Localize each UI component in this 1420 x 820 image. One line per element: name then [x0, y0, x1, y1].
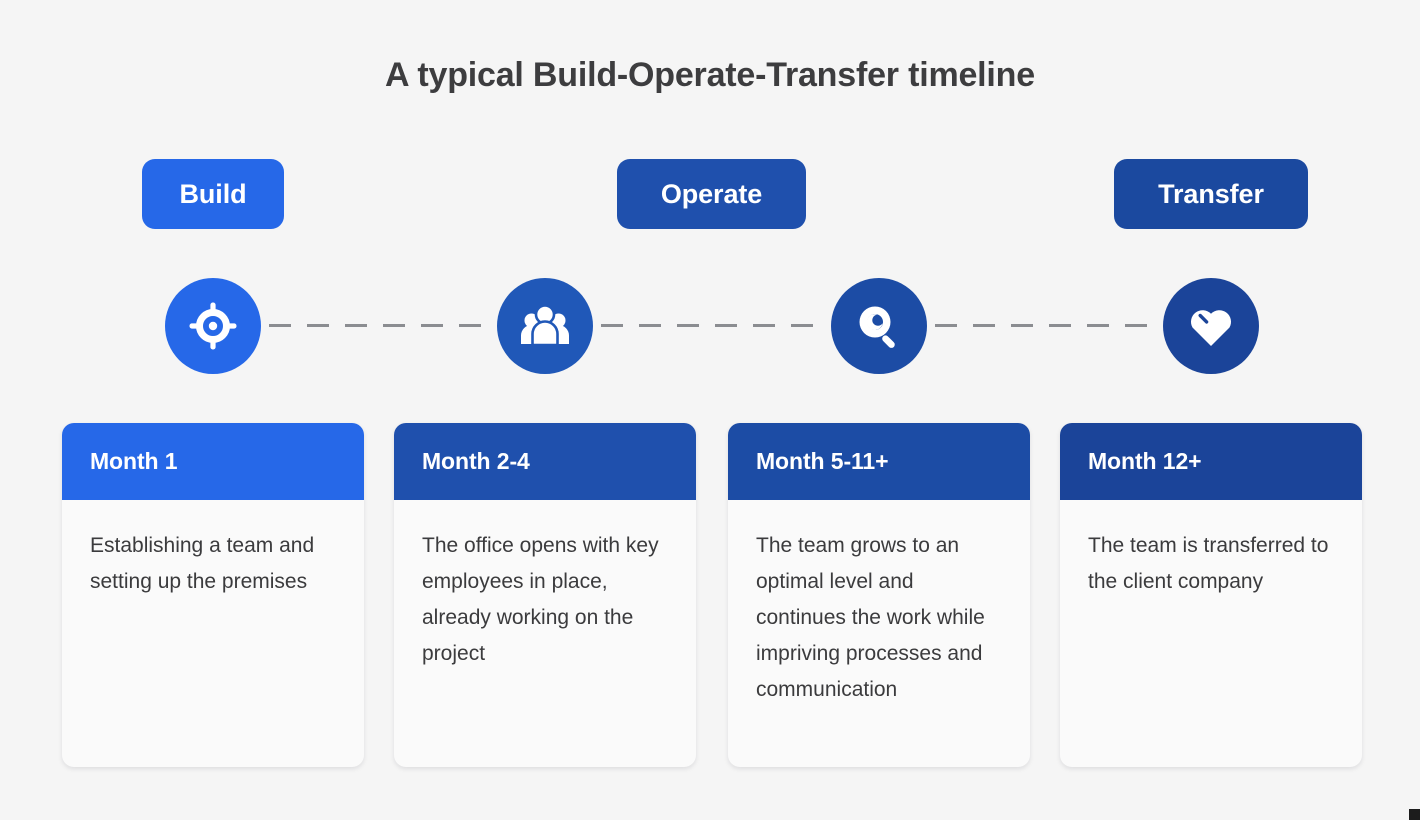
- phase-badge-build-label: Build: [179, 178, 247, 209]
- people-group-icon: [518, 300, 572, 352]
- milestone-card[interactable]: Month 1 Establishing a team and setting …: [62, 423, 364, 767]
- timeline-connector-1: [269, 324, 493, 327]
- milestone-card-header: Month 12+: [1060, 423, 1362, 500]
- timeline-node-1[interactable]: [165, 278, 261, 374]
- milestone-card-body: The team is transferred to the client co…: [1088, 534, 1329, 593]
- milestone-card-body: Establishing a team and setting up the p…: [90, 534, 315, 593]
- phase-badge-operate-label: Operate: [660, 178, 763, 209]
- target-icon: [187, 300, 239, 352]
- timeline-node-4[interactable]: [1163, 278, 1259, 374]
- milestone-card-header: Month 1: [62, 423, 364, 500]
- milestone-card-body: The team grows to an optimal level and c…: [756, 534, 985, 701]
- milestone-card[interactable]: Month 12+ The team is transferred to the…: [1060, 423, 1362, 767]
- milestone-card-heading: Month 12+: [1088, 448, 1202, 474]
- timeline-connector-2: [601, 324, 827, 327]
- milestone-card[interactable]: Month 5-11+ The team grows to an optimal…: [728, 423, 1030, 767]
- milestone-card-heading: Month 5-11+: [756, 448, 889, 474]
- milestone-card-body: The office opens with key employees in p…: [422, 534, 659, 665]
- corner-marker: [1409, 809, 1420, 820]
- magnifier-eye-icon: [854, 301, 904, 351]
- infographic-canvas: A typical Build-Operate-Transfer timelin…: [0, 0, 1420, 820]
- phase-badge-transfer[interactable]: Transfer: [1114, 159, 1308, 229]
- milestone-card[interactable]: Month 2-4 The office opens with key empl…: [394, 423, 696, 767]
- milestone-card-header: Month 2-4: [394, 423, 696, 500]
- milestone-card-heading: Month 1: [90, 448, 178, 474]
- milestone-card-heading: Month 2-4: [422, 448, 530, 474]
- phase-badge-build[interactable]: Build: [142, 159, 284, 229]
- phase-badge-transfer-label: Transfer: [1158, 178, 1264, 209]
- timeline-node-3[interactable]: [831, 278, 927, 374]
- timeline-track: [0, 278, 1420, 374]
- phase-badge-operate[interactable]: Operate: [617, 159, 806, 229]
- heart-icon: [1186, 303, 1236, 349]
- milestone-card-header: Month 5-11+: [728, 423, 1030, 500]
- page-title: A typical Build-Operate-Transfer timelin…: [385, 56, 1035, 94]
- timeline-connector-3: [935, 324, 1159, 327]
- timeline-node-2[interactable]: [497, 278, 593, 374]
